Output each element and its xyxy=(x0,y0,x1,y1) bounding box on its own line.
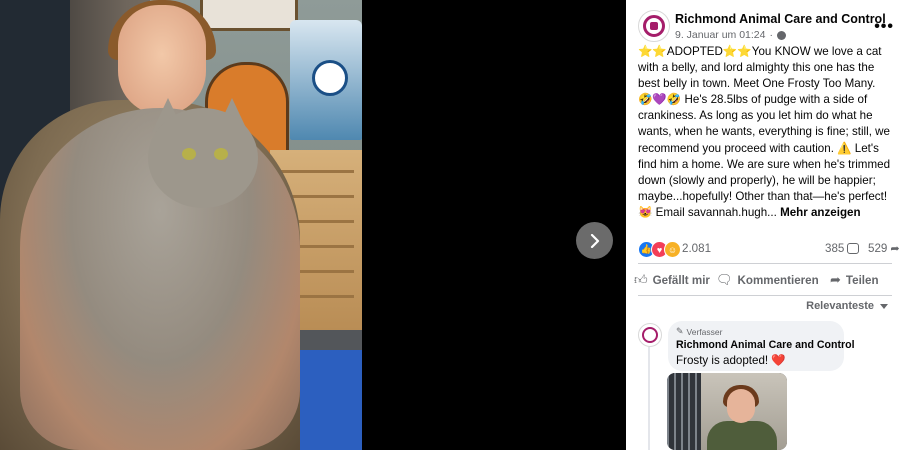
post-text-line: 🤣💜🤣 He's 28.5lbs of pudge with a side of xyxy=(638,93,868,107)
like-button[interactable]: 👍︎ Gefällt mir xyxy=(634,272,710,288)
post-text-line: maybe...hopefully! Other than that—he's … xyxy=(638,189,888,203)
page-avatar[interactable] xyxy=(638,10,670,42)
comment-bubble-icon: 🗨︎ xyxy=(716,272,733,287)
comment-bubble-icon xyxy=(847,243,860,254)
post-timestamp[interactable]: 9. Januar um 01:24 xyxy=(675,29,765,41)
comment-bubble: ✎ Verfasser Richmond Animal Care and Con… xyxy=(668,321,855,371)
comment-photo-kennel xyxy=(667,373,701,450)
post-text-line: recommend you proceed with caution. ⚠️ L… xyxy=(638,141,879,155)
reaction-icons[interactable]: 👍 ♥ ☺ xyxy=(638,241,681,258)
post-meta: 9. Januar um 01:24 · xyxy=(675,29,786,41)
post-photo[interactable] xyxy=(0,0,362,450)
sort-label: Relevanteste xyxy=(806,300,874,312)
share-count-value: 529 xyxy=(868,242,888,255)
photo-cat-eye xyxy=(214,148,228,160)
post-text-line: wants, when he wants, everything is fine… xyxy=(638,125,890,139)
comment-avatar[interactable] xyxy=(638,323,662,347)
share-count[interactable]: 529 ➦ xyxy=(868,242,900,255)
comment-photo-person-face xyxy=(727,389,755,423)
divider xyxy=(638,295,892,296)
comment-author-link[interactable]: Richmond Animal Care and Control xyxy=(676,339,855,351)
share-label: Teilen xyxy=(845,273,879,287)
globe-icon xyxy=(776,30,786,40)
reply-thread-line xyxy=(648,347,650,450)
post-header: Richmond Animal Care and Control 9. Janu… xyxy=(638,10,894,46)
comment-label: Kommentieren xyxy=(737,273,819,287)
author-badge-label: Verfasser xyxy=(686,326,723,337)
reactions-bar: 👍 ♥ ☺ 2.081 385 529 ➦ xyxy=(638,240,900,258)
post-text-line: find him a home. We are sure when he's t… xyxy=(638,157,891,171)
chevron-right-icon xyxy=(590,233,599,248)
post-text-line: ⭐⭐ADOPTED⭐⭐You KNOW we love a cat xyxy=(638,45,882,58)
comment-count[interactable]: 385 xyxy=(825,242,860,255)
pen-icon: ✎ xyxy=(676,326,684,336)
divider xyxy=(638,263,892,264)
photo-picture-frame xyxy=(200,0,298,31)
see-more-link[interactable]: Mehr anzeigen xyxy=(780,206,861,219)
comment-photo[interactable] xyxy=(667,373,787,450)
caret-down-icon xyxy=(880,303,888,309)
photo-cat-eye xyxy=(182,148,196,160)
more-options-icon[interactable]: ••• xyxy=(874,18,894,36)
photo-viewer xyxy=(0,0,626,450)
author-badge: ✎ Verfasser xyxy=(676,326,722,337)
post-text-line: down (slowly and properly), he will be h… xyxy=(638,173,876,187)
comment-photo-person-body xyxy=(707,421,777,450)
photo-cat-head xyxy=(148,108,258,208)
reaction-count[interactable]: 2.081 xyxy=(682,242,711,255)
share-button[interactable]: ➦ Teilen xyxy=(830,272,879,288)
separator-dot: · xyxy=(769,29,773,41)
post-text-line: best belly in town. Meet One Frosty Too … xyxy=(638,77,876,91)
post-text: ⭐⭐ADOPTED⭐⭐You KNOW we love a cat with a… xyxy=(638,44,892,221)
post-text-line: crankiness. As long as you let him do wh… xyxy=(638,109,873,123)
photo-food-bag xyxy=(290,20,362,140)
care-reaction-icon: ☺ xyxy=(664,241,681,258)
comment-button[interactable]: 🗨︎ Kommentieren xyxy=(716,272,819,288)
comments-sort-dropdown[interactable]: Relevanteste xyxy=(806,300,888,312)
comment-text: Frosty is adopted! ❤️ xyxy=(676,354,786,367)
thumbs-up-icon: 👍︎ xyxy=(634,272,648,287)
share-arrow-icon: ➦ xyxy=(890,243,900,255)
post-text-line: 😻 Email savannah.hugh... xyxy=(638,205,777,219)
like-label: Gefällt mir xyxy=(652,273,710,287)
next-photo-button[interactable] xyxy=(576,222,613,259)
post-text-line: with a belly, and lord almighty this one… xyxy=(638,61,875,75)
page-name-link[interactable]: Richmond Animal Care and Control xyxy=(675,12,886,26)
comment-count-value: 385 xyxy=(825,242,845,255)
post-text-line-last: 😻 Email savannah.hugh... Mehr anzeigen xyxy=(638,205,892,221)
share-arrow-icon: ➦ xyxy=(830,272,841,287)
action-bar: 👍︎ Gefällt mir 🗨︎ Kommentieren ➦ Teilen xyxy=(634,270,894,290)
